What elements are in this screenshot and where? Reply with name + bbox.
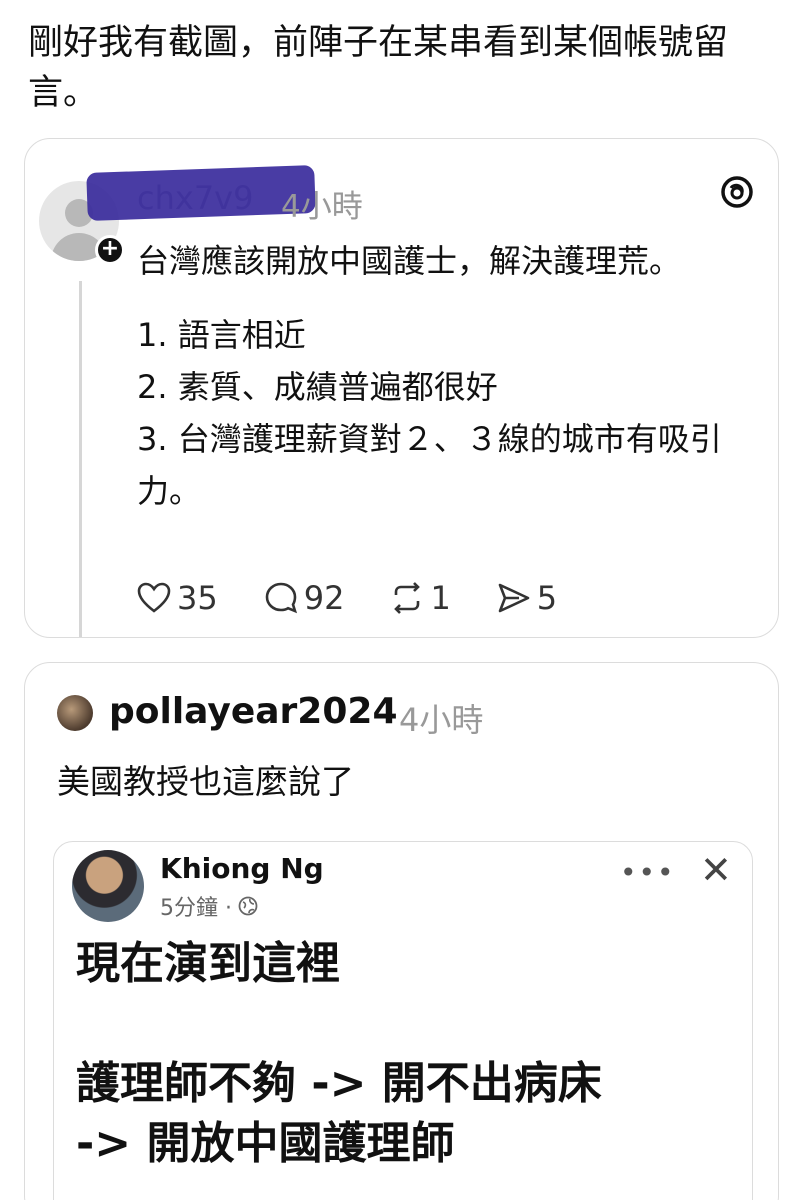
embed-body: 現在演到這裡 護理師不夠 -> 開不出病床 -> 開放中國護理師 [76,934,736,1174]
embed-avatar[interactable] [72,850,144,922]
like-count: 35 [177,579,218,617]
post-line: 台灣應該開放中國護士，解決護理荒。 [137,242,682,280]
embed-meta: 5分鐘 · [160,890,258,922]
embedded-facebook-post[interactable]: Khiong Ng 5分鐘 · ••• ✕ 現在演到這裡 護理師不夠 -> 開不… [53,841,753,1200]
globe-icon [238,896,258,916]
embed-line: 護理師不夠 -> 開不出病床 [76,1058,602,1109]
repost-count: 1 [430,579,451,617]
heart-icon [137,582,171,613]
post-line: 3. 台灣護理薪資對２、３線的城市有吸引力。 [137,420,722,510]
embed-line: 現在演到這裡 [76,938,340,989]
post-line: 2. 素質、成績普遍都很好 [137,368,498,406]
threads-logo-icon [721,176,753,208]
comment-icon [265,582,297,614]
reply-text: 美國教授也這麼說了 [57,762,354,801]
reply-time: 4小時 [399,701,484,739]
repost-button[interactable]: 1 [390,579,451,617]
share-button[interactable]: 5 [497,579,557,617]
comment-button[interactable]: 92 [264,579,345,617]
share-count: 5 [536,579,558,617]
post-line: 1. 語言相近 [137,316,306,354]
intro-caption: 剛好我有截圖，前陣子在某串看到某個帳號留言。 [28,23,729,113]
like-button[interactable]: 35 [137,579,218,617]
reply-post-card: pollayear2024 4小時 美國教授也這麼說了 Khiong Ng 5分… [24,662,779,1200]
embed-author-name[interactable]: Khiong Ng [160,852,324,885]
post-actions: 35 92 1 5 [137,579,603,617]
post-body: 台灣應該開放中國護士，解決護理荒。 1. 語言相近 2. 素質、成績普遍都很好 … [137,235,757,517]
avatar[interactable] [57,695,93,731]
follow-plus-icon[interactable]: + [95,235,125,265]
post-time: 4小時 [281,189,363,225]
repost-icon [394,582,421,614]
more-options-icon[interactable]: ••• [620,856,676,889]
comment-count: 92 [303,579,345,617]
share-icon [498,583,530,613]
thread-line [79,281,82,637]
close-icon[interactable]: ✕ [700,848,732,892]
reply-username[interactable]: pollayear2024 [109,691,398,732]
threads-post-card: + chx7v9 4小時 台灣應該開放中國護士，解決護理荒。 1. 語言相近 2… [24,138,779,638]
embed-time: 5分鐘 · [160,896,232,921]
embed-line: -> 開放中國護理師 [76,1118,455,1169]
